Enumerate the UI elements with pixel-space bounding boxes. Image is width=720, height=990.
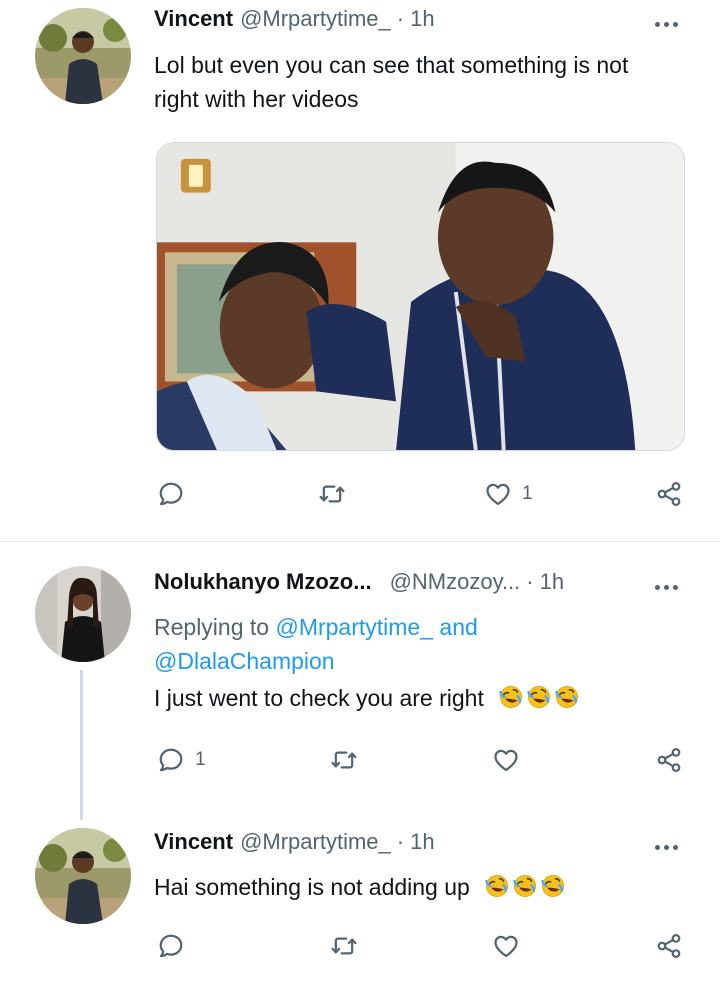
tweet-actions: 1 xyxy=(0,746,720,778)
author-name[interactable]: Nolukhanyo Mzozo... xyxy=(154,569,372,595)
more-icon[interactable] xyxy=(648,14,684,34)
tweet-text-content: I just went to check you are right xyxy=(154,685,484,711)
reply-icon xyxy=(157,932,185,960)
share-icon xyxy=(655,932,683,960)
share-icon xyxy=(655,746,683,774)
vincent-avatar-image xyxy=(35,8,131,104)
separator-dot: · xyxy=(396,6,405,31)
reply-button[interactable] xyxy=(157,480,195,508)
tweet-header: Nolukhanyo Mzozo... @NMzozoy... · 1h xyxy=(154,569,564,599)
tweet-text: Lol but even you can see that something … xyxy=(154,48,628,116)
like-button[interactable] xyxy=(492,932,530,960)
retweet-icon xyxy=(330,932,358,960)
avatar[interactable] xyxy=(35,8,131,104)
author-name[interactable]: Vincent xyxy=(154,829,233,855)
timestamp[interactable]: 1h xyxy=(540,569,564,595)
tweet-media-image[interactable] xyxy=(156,142,685,451)
retweet-button[interactable] xyxy=(318,480,346,508)
rofl-emoji-icon xyxy=(526,684,552,710)
rofl-emoji-icon xyxy=(484,873,510,899)
vincent-avatar-image xyxy=(35,828,131,924)
tweet-header: Vincent @Mrpartytime_ · 1h xyxy=(154,6,435,36)
tweet-text-content: Hai something is not adding up xyxy=(154,874,470,900)
share-button[interactable] xyxy=(655,746,683,774)
reply-icon xyxy=(157,746,185,774)
separator-dot: · xyxy=(396,829,405,854)
like-button[interactable] xyxy=(492,746,530,774)
more-icon[interactable] xyxy=(648,577,684,597)
replying-prefix: Replying to xyxy=(154,614,270,640)
author-handle[interactable]: @NMzozoy... xyxy=(390,569,521,595)
like-button[interactable]: 1 xyxy=(484,480,533,508)
timestamp[interactable]: 1h xyxy=(410,829,434,855)
reply-button[interactable] xyxy=(157,932,195,960)
tweet-text-line: Lol but even you can see that something … xyxy=(154,52,629,78)
rofl-emoji-icon xyxy=(540,873,566,899)
tweet-text: I just went to check you are right xyxy=(154,681,580,715)
like-icon xyxy=(484,480,512,508)
avatar[interactable] xyxy=(35,566,131,662)
like-icon xyxy=(492,746,520,774)
retweet-icon xyxy=(318,480,346,508)
mention-link[interactable]: @DlalaChampion xyxy=(154,648,335,674)
replying-to: Replying to @Mrpartytime_ and @DlalaCham… xyxy=(154,610,478,678)
photo-two-men-crying xyxy=(157,143,684,450)
separator-dot: · xyxy=(526,569,534,594)
like-count: 1 xyxy=(522,483,533,504)
author-handle[interactable]: @Mrpartytime_ xyxy=(240,6,391,32)
retweet-icon xyxy=(330,746,358,774)
share-button[interactable] xyxy=(655,932,683,960)
rofl-emoji-icon xyxy=(498,684,524,710)
more-icon[interactable] xyxy=(648,837,684,857)
tweet-actions: 1 xyxy=(0,480,720,512)
avatar[interactable] xyxy=(35,828,131,924)
share-icon xyxy=(655,480,683,508)
like-icon xyxy=(492,932,520,960)
reply-button[interactable]: 1 xyxy=(157,746,206,774)
tweet-2[interactable]: Nolukhanyo Mzozo... @NMzozoy... · 1h Rep… xyxy=(0,542,720,830)
nolukhanyo-avatar-image xyxy=(35,566,131,662)
tweet-text-line: right with her videos xyxy=(154,86,359,112)
retweet-button[interactable] xyxy=(330,932,358,960)
timestamp[interactable]: 1h xyxy=(410,6,434,32)
rofl-emoji-icon xyxy=(512,873,538,899)
reply-count: 1 xyxy=(195,749,206,770)
tweet-3[interactable]: Vincent @Mrpartytime_ · 1h Hai something… xyxy=(0,820,720,990)
mention-link[interactable]: @Mrpartytime_ and xyxy=(275,614,477,640)
tweet-actions xyxy=(0,932,720,964)
author-handle[interactable]: @Mrpartytime_ xyxy=(240,829,391,855)
tweet-text: Hai something is not adding up xyxy=(154,870,566,904)
share-button[interactable] xyxy=(655,480,683,508)
tweet-1[interactable]: Vincent @Mrpartytime_ · 1h Lol but even … xyxy=(0,0,720,541)
author-name[interactable]: Vincent xyxy=(154,6,233,32)
rofl-emoji-icon xyxy=(554,684,580,710)
retweet-button[interactable] xyxy=(330,746,358,774)
tweet-header: Vincent @Mrpartytime_ · 1h xyxy=(154,829,435,859)
reply-icon xyxy=(157,480,185,508)
